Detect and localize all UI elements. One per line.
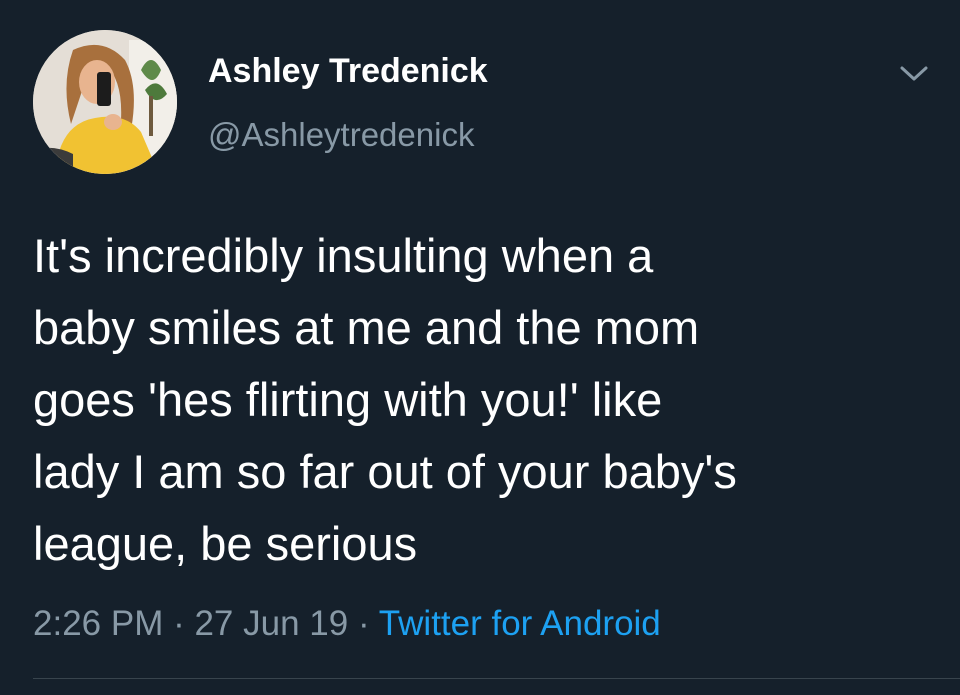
tweet-card: Ashley Tredenick @Ashleytredenick It's i… (0, 0, 960, 695)
display-name[interactable]: Ashley Tredenick (208, 52, 488, 91)
divider (33, 678, 960, 679)
tweet-text: It's incredibly insulting when a baby sm… (33, 220, 933, 580)
tweet-source-link[interactable]: Twitter for Android (379, 604, 661, 643)
separator: · (163, 604, 195, 643)
avatar-photo (33, 30, 177, 174)
tweet-text-line: lady I am so far out of your baby's (33, 445, 737, 498)
user-handle[interactable]: @Ashleytredenick (208, 116, 474, 154)
separator: · (348, 604, 379, 643)
avatar[interactable] (33, 30, 177, 174)
tweet-text-line: It's incredibly insulting when a (33, 229, 654, 282)
chevron-down-icon[interactable] (896, 58, 932, 88)
tweet-metadata: 2:26 PM · 27 Jun 19 · Twitter for Androi… (33, 604, 661, 644)
tweet-text-line: goes 'hes flirting with you!' like (33, 373, 663, 426)
tweet-text-line: baby smiles at me and the mom (33, 301, 700, 354)
tweet-text-line: league, be serious (33, 517, 418, 570)
tweet-time[interactable]: 2:26 PM (33, 604, 163, 643)
tweet-date[interactable]: 27 Jun 19 (194, 604, 348, 643)
